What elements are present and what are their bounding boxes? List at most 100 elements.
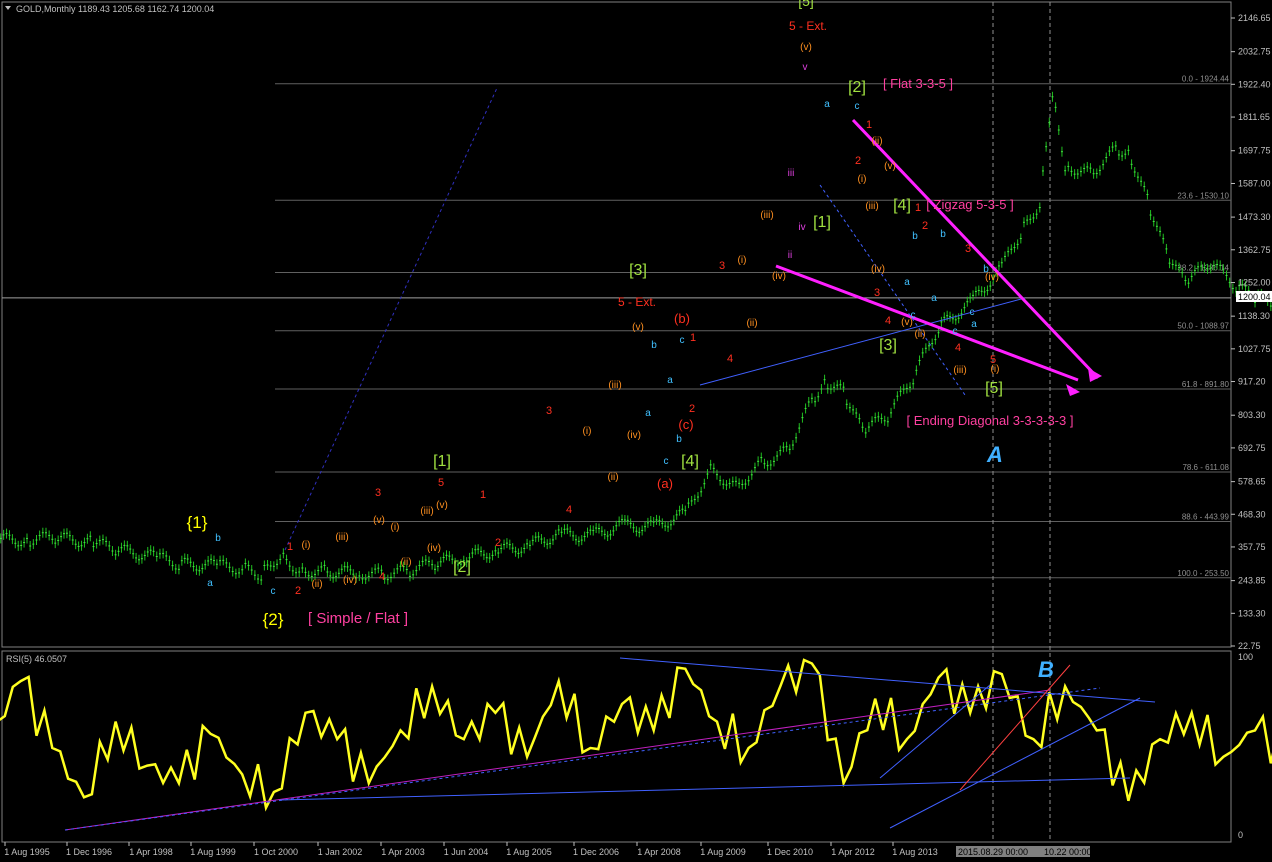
x-tick-label: 1 Apr 2012 — [831, 847, 875, 857]
wave-label: {2} — [263, 610, 284, 629]
wave-label: (iii) — [760, 210, 773, 221]
fib-level-label: 50.0 - 1088.97 — [1177, 322, 1229, 331]
wave-label: (v) — [373, 515, 385, 526]
wave-label: a — [971, 319, 977, 330]
y-tick-label: 578.65 — [1238, 477, 1266, 487]
wave-label: 4 — [955, 342, 961, 354]
y-tick-label: 1473.30 — [1238, 212, 1271, 222]
wave-label: (v) — [436, 500, 448, 511]
wave-label: 4 — [727, 353, 733, 365]
x-tick-label: 1 Dec 1996 — [66, 847, 112, 857]
wave-label: c — [970, 307, 975, 318]
wave-label: 1 — [287, 541, 293, 553]
y-tick-label: 468.30 — [1238, 509, 1266, 519]
wave-label: (i) — [858, 174, 867, 185]
wave-label: [5] — [985, 380, 1003, 397]
chart-window: 0.0 - 1924.44 23.6 - 1530.10 38.2 - 1286.1… — [0, 0, 1272, 862]
wave-label: c — [911, 310, 916, 321]
wave-label: [ Flat 3-3-5 ] — [883, 76, 953, 91]
wave-label: b — [912, 231, 918, 242]
pattern-marker-a: A — [986, 442, 1003, 467]
wave-label: b — [983, 264, 989, 275]
wave-label: (iii) — [608, 380, 621, 391]
wave-label: [1] — [813, 214, 831, 231]
fib-level-label: 0.0 - 1924.44 — [1182, 75, 1230, 84]
rsi-top-tick: 100 — [1238, 652, 1253, 662]
wave-label: a — [667, 375, 673, 386]
wave-label: 3 — [874, 287, 880, 299]
y-tick-label: 133.30 — [1238, 608, 1266, 618]
wave-label: 3 — [546, 405, 552, 417]
wave-label: (ii) — [607, 472, 618, 483]
wave-label: (iii) — [953, 365, 966, 376]
x-tick-label: 1 Dec 2006 — [573, 847, 619, 857]
y-tick-label: 357.75 — [1238, 542, 1266, 552]
wave-label: c — [680, 335, 685, 346]
wave-label: b — [215, 533, 221, 544]
wave-label: 5 — [438, 477, 444, 489]
wave-label: (iv) — [627, 430, 641, 441]
wave-label: 3 — [719, 260, 725, 272]
wave-label: [2] — [848, 79, 866, 96]
y-tick-label: 1587.00 — [1238, 178, 1271, 188]
x-tick-label: 1 Apr 2003 — [381, 847, 425, 857]
wave-label: c — [664, 456, 669, 467]
wave-label: [ Simple / Flat ] — [308, 610, 408, 627]
wave-label: [4] — [893, 197, 911, 214]
x-tick-label: 1 Dec 2010 — [767, 847, 813, 857]
x-tick-label: 1 Apr 2008 — [637, 847, 681, 857]
wave-label: a — [904, 277, 910, 288]
y-tick-label: 692.75 — [1238, 443, 1266, 453]
y-tick-label: 1252.00 — [1238, 278, 1271, 288]
fib-level-label: 88.6 - 443.99 — [1182, 512, 1230, 521]
x-tick-label: 1 Jun 2004 — [444, 847, 489, 857]
fib-level-label: 61.8 - 891.80 — [1182, 380, 1230, 389]
fib-level-label: 23.6 - 1530.10 — [1177, 191, 1229, 200]
wave-label: b — [676, 434, 682, 445]
wave-label: [2] — [453, 559, 471, 576]
wave-label: (v) — [632, 322, 644, 333]
x-tick-label: 1 Aug 2013 — [892, 847, 938, 857]
wave-label: ii — [788, 250, 792, 261]
y-tick-label: 1922.40 — [1238, 79, 1271, 89]
wave-label: 1 — [690, 332, 696, 344]
wave-label: b — [651, 340, 657, 351]
wave-label: (iv) — [772, 271, 786, 282]
wave-label: [5] — [798, 0, 814, 9]
wave-label: 2 — [495, 537, 501, 549]
wave-label: [3] — [629, 262, 647, 279]
wave-label: 1 — [480, 489, 486, 501]
y-tick-label: 1811.65 — [1238, 112, 1270, 122]
x-tick-label: 1 Aug 2005 — [506, 847, 552, 857]
x-tick-label: 1 Jan 2002 — [318, 847, 363, 857]
x-tick-label: 1 Oct 2000 — [254, 847, 298, 857]
wave-label: c — [271, 586, 276, 597]
x-tick-label: 1 Aug 2009 — [700, 847, 746, 857]
wave-label: 1 — [915, 202, 921, 214]
y-tick-label: 22.75 — [1238, 641, 1261, 651]
wave-label: (i) — [991, 364, 1000, 375]
wave-label: iii — [788, 168, 795, 179]
wave-label: (iv) — [871, 264, 885, 275]
y-tick-label: 803.30 — [1238, 410, 1266, 420]
wave-label: (v) — [884, 161, 896, 172]
wave-label: (iii) — [420, 506, 433, 517]
wave-label: (ii) — [871, 136, 882, 147]
wave-label: [4] — [681, 453, 699, 470]
wave-label: 2 — [855, 155, 861, 167]
wave-label: [1] — [433, 453, 451, 470]
wave-label: c — [953, 326, 958, 337]
wave-label: 4 — [885, 315, 891, 327]
wave-label: (iv) — [427, 543, 441, 554]
wave-label: (i) — [738, 255, 747, 266]
y-tick-label: 1027.75 — [1238, 344, 1271, 354]
y-tick-label: 1138.30 — [1238, 311, 1270, 321]
price-badge: 1200.04 — [1238, 292, 1271, 302]
wave-label: [3] — [879, 337, 897, 354]
wave-label: (ii) — [311, 579, 322, 590]
wave-label: b — [940, 229, 946, 240]
pattern-marker-b: B — [1038, 657, 1054, 682]
wave-label: a — [931, 293, 937, 304]
wave-label: 1 — [866, 119, 872, 131]
wave-label: 2 — [295, 585, 301, 597]
